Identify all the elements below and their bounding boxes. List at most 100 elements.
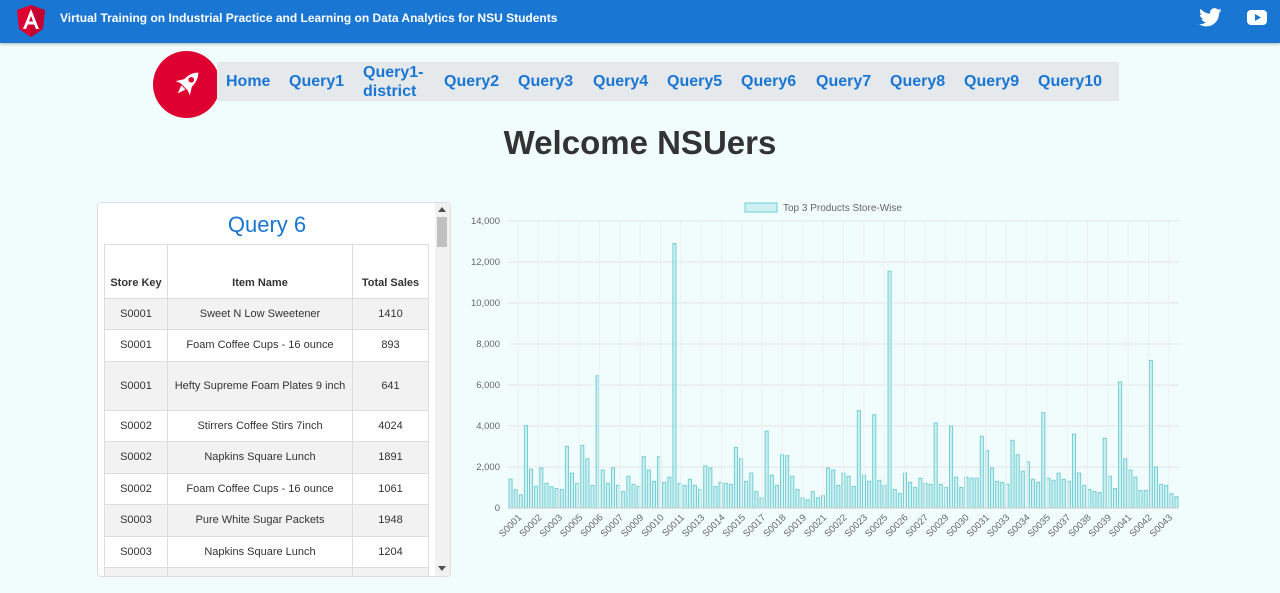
bar[interactable] <box>728 483 733 509</box>
bar[interactable] <box>621 491 626 509</box>
bar[interactable] <box>877 479 882 509</box>
bar[interactable] <box>569 472 575 509</box>
bar[interactable] <box>933 422 938 509</box>
bar[interactable] <box>1077 472 1082 509</box>
bar[interactable] <box>575 482 580 509</box>
bar[interactable] <box>733 447 738 509</box>
bar[interactable] <box>631 483 636 509</box>
bar[interactable] <box>1092 491 1097 509</box>
bar[interactable] <box>687 478 692 509</box>
bar[interactable] <box>667 476 672 509</box>
bar[interactable] <box>544 482 549 509</box>
bar[interactable] <box>672 243 677 509</box>
bar[interactable] <box>529 468 534 509</box>
bar[interactable] <box>1138 490 1143 509</box>
bar[interactable] <box>815 497 820 509</box>
bar[interactable] <box>908 481 913 509</box>
bar[interactable] <box>872 414 877 509</box>
legend-swatch[interactable] <box>744 202 778 213</box>
bar[interactable] <box>692 484 697 509</box>
bar[interactable] <box>1056 472 1061 509</box>
bar[interactable] <box>826 467 831 509</box>
bar[interactable] <box>1112 488 1118 509</box>
bar[interactable] <box>1143 490 1148 509</box>
bar[interactable] <box>534 485 539 509</box>
bar[interactable] <box>549 486 554 509</box>
bar[interactable] <box>867 480 872 509</box>
bar[interactable] <box>1174 496 1179 509</box>
bar[interactable] <box>795 489 800 509</box>
bar[interactable] <box>1087 489 1092 509</box>
bar[interactable] <box>969 477 974 509</box>
bar[interactable] <box>585 458 590 509</box>
bar[interactable] <box>1071 433 1077 509</box>
bar[interactable] <box>523 425 528 509</box>
bar[interactable] <box>949 425 954 509</box>
bar[interactable] <box>641 456 646 509</box>
bar[interactable] <box>1041 412 1046 509</box>
bar[interactable] <box>831 469 836 509</box>
bar[interactable] <box>723 482 728 509</box>
bar[interactable] <box>703 465 708 509</box>
bar[interactable] <box>918 477 923 509</box>
bar[interactable] <box>1118 381 1123 509</box>
bar[interactable] <box>662 481 667 509</box>
bar[interactable] <box>790 475 795 509</box>
rocket-logo[interactable] <box>153 51 220 118</box>
bar[interactable] <box>651 480 657 509</box>
bar[interactable] <box>626 475 631 509</box>
bar[interactable] <box>979 435 984 509</box>
bar[interactable] <box>600 469 605 509</box>
bar[interactable] <box>1051 479 1056 509</box>
bar[interactable] <box>851 485 856 509</box>
bar[interactable] <box>1169 493 1174 509</box>
scroll-up-arrow-icon[interactable] <box>438 207 446 212</box>
bar[interactable] <box>810 491 815 509</box>
bar[interactable] <box>1107 475 1112 509</box>
bar[interactable] <box>708 467 713 509</box>
bar[interactable] <box>1123 458 1128 509</box>
bar[interactable] <box>785 455 790 509</box>
bar[interactable] <box>595 375 600 509</box>
bar[interactable] <box>928 483 933 509</box>
nav-link-query1-district[interactable]: Query1-district <box>363 63 435 101</box>
bar[interactable] <box>774 484 779 509</box>
bar[interactable] <box>1128 469 1133 509</box>
bar[interactable] <box>539 467 544 509</box>
bar[interactable] <box>1000 481 1005 509</box>
bar[interactable] <box>974 477 979 509</box>
bar[interactable] <box>646 469 651 509</box>
bar[interactable] <box>1148 359 1153 509</box>
bar[interactable] <box>959 487 964 509</box>
bar[interactable] <box>1030 478 1036 509</box>
bar[interactable] <box>913 487 918 509</box>
table-scrollbar[interactable] <box>435 203 450 576</box>
bar[interactable] <box>1133 476 1138 509</box>
bar[interactable] <box>1066 480 1071 509</box>
bar[interactable] <box>1164 484 1169 509</box>
scrollbar-thumb[interactable] <box>437 217 447 247</box>
bar[interactable] <box>605 482 610 509</box>
bar[interactable] <box>616 484 621 509</box>
nav-link-query4[interactable]: Query4 <box>593 73 648 91</box>
bar[interactable] <box>1153 466 1158 509</box>
bar[interactable] <box>846 475 851 509</box>
youtube-icon[interactable] <box>1247 10 1267 25</box>
nav-link-query2[interactable]: Query2 <box>444 73 499 91</box>
bar[interactable] <box>682 484 687 509</box>
nav-link-query6[interactable]: Query6 <box>741 73 796 91</box>
bar[interactable] <box>1159 483 1164 509</box>
bar[interactable] <box>990 467 995 509</box>
bar[interactable] <box>769 474 774 509</box>
bar[interactable] <box>749 472 754 509</box>
bar[interactable] <box>995 480 1000 509</box>
legend-label[interactable]: Top 3 Products Store-Wise <box>783 203 902 214</box>
bar[interactable] <box>1102 437 1107 509</box>
bar[interactable] <box>580 444 585 509</box>
bar[interactable] <box>1097 492 1102 509</box>
bar[interactable] <box>508 478 513 509</box>
bar[interactable] <box>764 430 769 509</box>
nav-link-query3[interactable]: Query3 <box>518 73 573 91</box>
nav-link-home[interactable]: Home <box>226 73 270 91</box>
nav-link-query8[interactable]: Query8 <box>890 73 945 91</box>
